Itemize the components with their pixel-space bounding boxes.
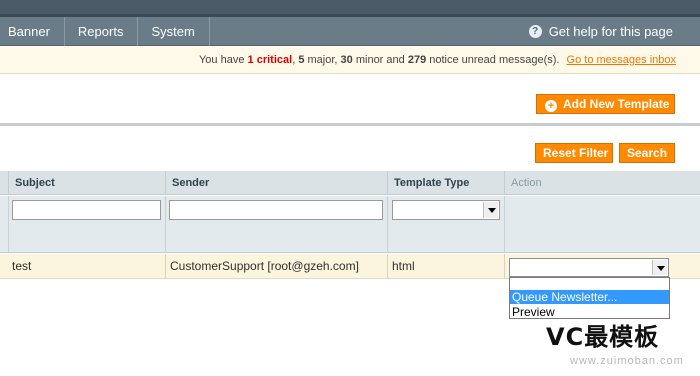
chevron-down-icon [483, 202, 498, 218]
filter-cell-action [505, 196, 700, 253]
watermark-url-text: www.zuimoban.com [570, 355, 684, 367]
sender-filter-input[interactable] [169, 200, 383, 220]
filter-cell-spacer [0, 196, 9, 253]
action-select[interactable] [509, 258, 669, 277]
watermark-main-text: VC最模板 [546, 323, 660, 351]
top-header-bar [0, 0, 700, 17]
search-button[interactable]: Search [619, 143, 675, 163]
critical-label: critical [256, 54, 293, 66]
notice-prefix: You have [198, 54, 245, 66]
messages-inbox-link[interactable]: Go to messages inbox [567, 54, 676, 66]
major-label: major, [307, 54, 338, 66]
chevron-down-icon [652, 260, 667, 275]
minor-label: minor and [355, 54, 405, 66]
add-new-template-button[interactable]: + Add New Template [536, 94, 675, 114]
cell-template-type: html [388, 254, 505, 279]
column-header-sender[interactable]: Sender [166, 171, 388, 195]
nav-item-reports[interactable]: Reports [65, 16, 139, 46]
add-new-template-label: Add New Template [563, 97, 670, 111]
nav-item-banner[interactable]: Banner [0, 16, 65, 46]
section-divider [0, 123, 700, 126]
help-icon: ? [528, 25, 542, 38]
help-link[interactable]: ? Get help for this page [528, 17, 673, 46]
column-header-action: Action [505, 171, 700, 195]
nav-item-system[interactable]: System [138, 16, 210, 46]
system-messages-notice: You have 1 critical, 5 major, 30 minor a… [0, 46, 700, 74]
column-header-subject[interactable]: Subject [9, 171, 166, 195]
action-option-queue-newsletter[interactable]: Queue Newsletter... [510, 290, 669, 304]
cell-sender: CustomerSupport [root@gzeh.com] [166, 254, 388, 279]
cell-subject: test [0, 254, 166, 279]
action-dropdown-list: Queue Newsletter... Preview [509, 277, 670, 319]
minor-count: 30 [340, 54, 353, 66]
column-header-template-type[interactable]: Template Type [388, 171, 505, 195]
main-navigation: Banner Reports System ? Get help for thi… [0, 16, 700, 46]
notice-count: 279 [407, 54, 427, 66]
critical-count: 1 [247, 54, 254, 66]
notice-label: notice unread message(s). [429, 54, 560, 66]
template-type-filter-select[interactable] [392, 200, 500, 220]
action-option-preview[interactable]: Preview [510, 305, 669, 319]
grid-header-spacer [0, 171, 9, 195]
help-label: Get help for this page [548, 24, 673, 39]
reset-filter-button[interactable]: Reset Filter [535, 143, 613, 163]
subject-filter-input[interactable] [12, 200, 161, 220]
watermark-logo: VC最模板 www.zuimoban.com [546, 322, 700, 376]
major-count: 5 [298, 54, 305, 66]
plus-icon: + [545, 100, 557, 112]
